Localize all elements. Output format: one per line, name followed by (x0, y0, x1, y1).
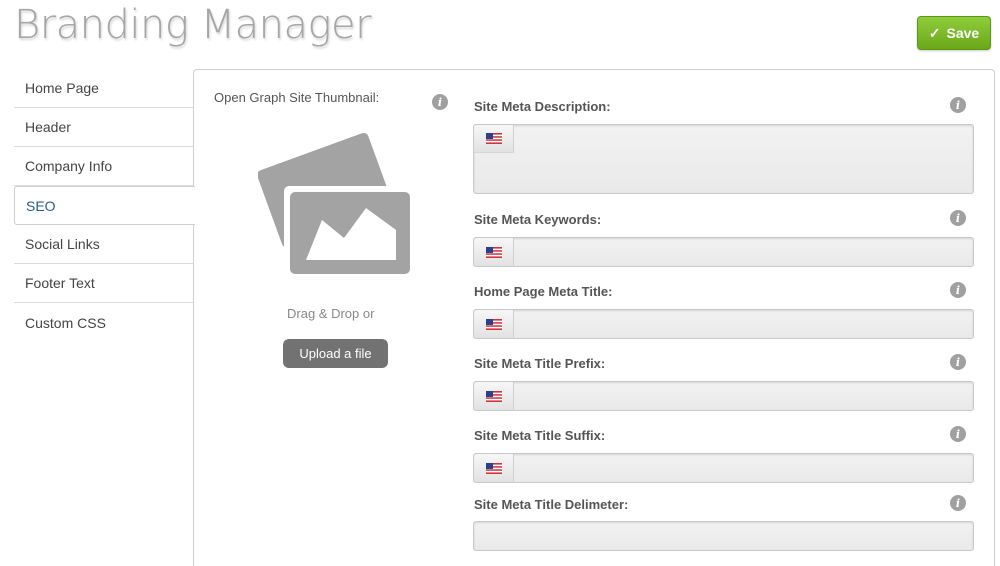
sidebar-item-label: Home Page (25, 80, 99, 96)
sidebar-item-label: Social Links (25, 236, 100, 252)
us-flag-icon[interactable] (474, 238, 514, 266)
site-meta-keywords-field (473, 237, 974, 267)
home-page-meta-title-field (473, 309, 974, 339)
image-placeholder-icon[interactable] (258, 130, 413, 278)
check-icon: ✓ (928, 24, 941, 41)
sidebar-nav: Home Page Header Company Info SEO Social… (14, 69, 195, 342)
upload-file-button[interactable]: Upload a file (283, 339, 388, 368)
drag-drop-text: Drag & Drop or (287, 306, 375, 321)
save-button[interactable]: ✓ Save (917, 16, 991, 50)
sidebar-item-seo[interactable]: SEO (14, 186, 195, 225)
us-flag-icon[interactable] (474, 382, 514, 410)
sidebar-item-home-page[interactable]: Home Page (14, 69, 194, 108)
info-icon[interactable]: i (432, 94, 448, 110)
site-meta-title-suffix-input[interactable] (514, 454, 973, 482)
sidebar-item-label: Footer Text (25, 275, 95, 291)
us-flag-icon[interactable] (474, 454, 514, 482)
site-meta-keywords-label: Site Meta Keywords: (474, 212, 602, 227)
sidebar-item-company-info[interactable]: Company Info (14, 147, 194, 186)
info-icon[interactable]: i (950, 97, 966, 113)
info-icon[interactable]: i (950, 282, 966, 298)
sidebar-item-header[interactable]: Header (14, 108, 194, 147)
sidebar-item-footer-text[interactable]: Footer Text (14, 264, 194, 303)
info-icon[interactable]: i (950, 354, 966, 370)
sidebar-item-social-links[interactable]: Social Links (14, 225, 194, 264)
thumbnail-label: Open Graph Site Thumbnail: (214, 90, 380, 105)
site-meta-title-prefix-input[interactable] (514, 382, 973, 410)
sidebar-item-custom-css[interactable]: Custom CSS (14, 303, 194, 342)
site-meta-title-delimeter-label: Site Meta Title Delimeter: (474, 497, 629, 512)
site-meta-title-suffix-field (473, 453, 974, 483)
us-flag-icon[interactable] (474, 310, 514, 338)
sidebar-item-label: SEO (26, 197, 56, 214)
site-meta-title-delimeter-field (473, 521, 974, 551)
site-meta-title-prefix-field (473, 381, 974, 411)
site-meta-title-delimeter-input[interactable] (474, 522, 973, 550)
site-meta-title-suffix-label: Site Meta Title Suffix: (474, 428, 606, 443)
site-meta-keywords-input[interactable] (514, 238, 973, 266)
info-icon[interactable]: i (950, 426, 966, 442)
site-meta-description-label: Site Meta Description: (474, 99, 611, 114)
save-button-label: Save (946, 25, 980, 41)
home-page-meta-title-label: Home Page Meta Title: (474, 284, 613, 299)
sidebar-item-label: Company Info (25, 158, 113, 174)
info-icon[interactable]: i (950, 495, 966, 511)
page-title: Branding Manager (14, 2, 372, 48)
info-icon[interactable]: i (950, 210, 966, 226)
us-flag-icon[interactable] (474, 125, 514, 153)
sidebar-item-label: Header (25, 119, 71, 135)
sidebar-item-label: Custom CSS (25, 314, 106, 331)
site-meta-title-prefix-label: Site Meta Title Prefix: (474, 356, 606, 371)
site-meta-description-input[interactable] (474, 153, 973, 193)
site-meta-description-field (473, 124, 974, 194)
home-page-meta-title-input[interactable] (514, 310, 973, 338)
